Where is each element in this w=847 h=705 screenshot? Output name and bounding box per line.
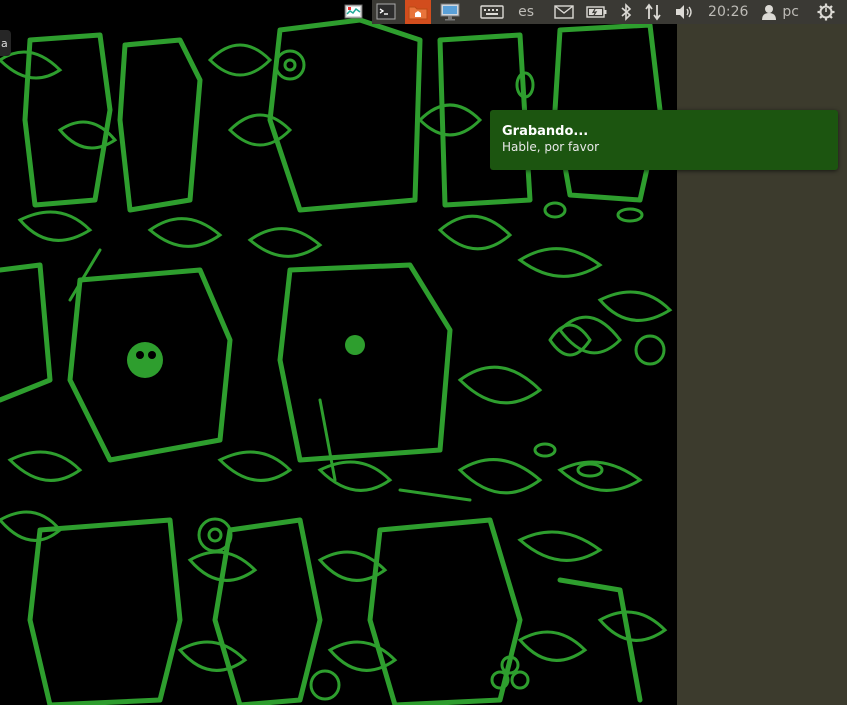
system-monitor-icon[interactable] <box>338 0 370 24</box>
bluetooth-icon[interactable] <box>614 0 638 24</box>
window-edge-label: a <box>1 36 8 50</box>
window-edge-tab[interactable]: a <box>0 30 11 56</box>
wallpaper-art <box>0 17 673 705</box>
top-panel: es 20:26 pc <box>344 0 847 24</box>
keyboard-layout-indicator[interactable]: es <box>510 0 548 24</box>
power-gear-icon[interactable] <box>811 0 841 24</box>
terminal-icon[interactable] <box>370 0 402 24</box>
notification-title: Grabando... <box>502 124 589 139</box>
network-transfer-icon[interactable] <box>638 0 668 24</box>
home-folder-icon[interactable] <box>405 0 432 24</box>
user-icon[interactable] <box>756 0 779 24</box>
display-monitor-icon[interactable] <box>434 0 466 24</box>
volume-icon[interactable] <box>668 0 700 24</box>
notification-body: Hable, por favor <box>502 140 600 154</box>
battery-icon[interactable] <box>580 0 614 24</box>
keyboard-icon[interactable] <box>466 0 510 24</box>
desktop-side-area <box>677 0 847 705</box>
notification-bubble: Grabando... Hable, por favor <box>490 110 838 170</box>
user-name[interactable]: pc <box>779 0 811 24</box>
mail-icon[interactable] <box>548 0 580 24</box>
clock[interactable]: 20:26 <box>700 0 756 24</box>
desktop-wallpaper <box>0 0 677 705</box>
